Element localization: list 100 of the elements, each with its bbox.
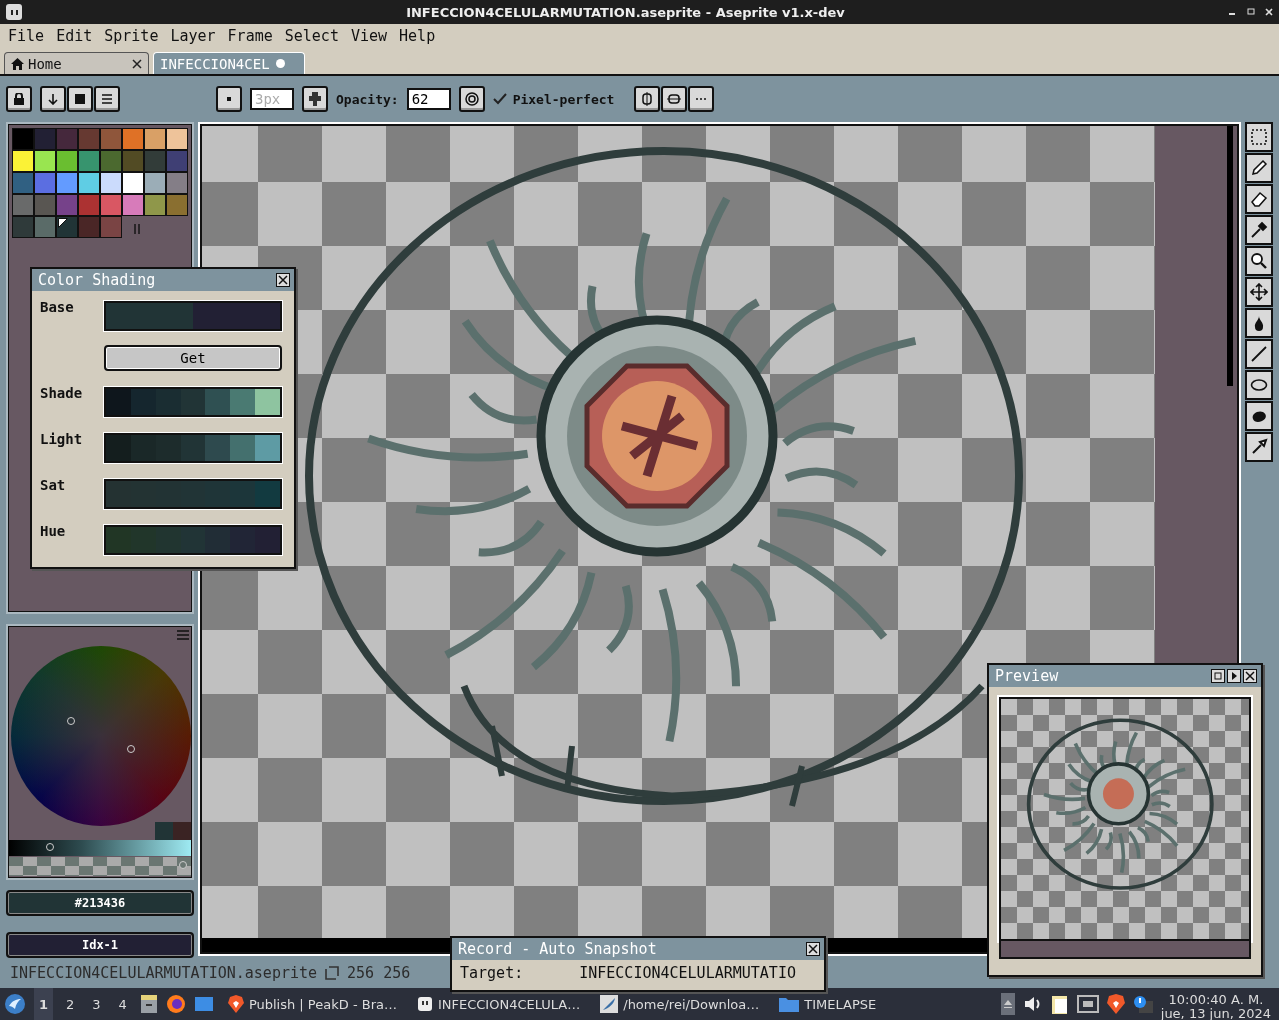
clock-date: jue, 13 jun, 2024 [1160,1007,1271,1020]
arrow-down-button[interactable] [40,86,66,112]
color-ramp[interactable] [104,433,282,463]
square-button[interactable] [67,86,93,112]
palette-swatch[interactable] [122,128,144,150]
palette-swatch[interactable] [12,172,34,194]
palette-swatch[interactable] [78,194,100,216]
menu-item[interactable]: Sprite [98,27,165,45]
brush-size-field[interactable]: 3px [250,88,294,110]
close-icon[interactable] [1243,669,1257,683]
menu-item[interactable]: Frame [221,27,279,45]
palette-swatch[interactable] [122,150,144,172]
palette-swatch[interactable] [122,194,144,216]
menu-item[interactable]: Edit [50,27,99,45]
workspace-button[interactable]: 1 [34,988,54,1020]
menu-item[interactable]: View [344,27,394,45]
taskbar-task[interactable]: TIMELAPSE [773,988,883,1020]
palette-swatch[interactable] [166,128,188,150]
menu-item[interactable]: Select [278,27,345,45]
target-button[interactable] [458,86,485,112]
palette-swatch[interactable] [100,216,122,238]
menu-item[interactable]: Layer [164,27,222,45]
pixel-perfect-checkbox[interactable]: Pixel-perfect [492,91,615,107]
palette-swatch[interactable] [12,194,34,216]
ink-button[interactable] [302,86,328,112]
get-button[interactable]: Get [104,345,282,371]
hex-color-field[interactable]: #213436 [6,890,194,916]
start-menu-icon[interactable] [4,993,26,1015]
palette-swatch[interactable] [144,194,166,216]
palette-swatch[interactable] [100,194,122,216]
marquee-icon[interactable] [1245,122,1273,152]
eraser-icon[interactable] [1245,184,1273,214]
window-icon[interactable] [193,995,214,1013]
menu-item[interactable]: File [2,27,51,45]
palette-swatch[interactable] [56,150,78,172]
palette-swatch[interactable] [34,216,56,238]
lock-button[interactable] [6,86,32,112]
opacity-field[interactable]: 62 [406,88,451,110]
document-tab[interactable]: Home [4,52,149,74]
menu-button[interactable] [94,86,120,112]
eject-icon[interactable] [1000,993,1015,1015]
frame-icon[interactable] [1211,669,1225,683]
more-button[interactable] [688,86,715,112]
palette-swatch[interactable] [122,172,144,194]
move-icon[interactable] [1245,277,1273,307]
color-ramp[interactable] [104,479,282,509]
restore-icon[interactable] [1247,8,1255,16]
palette-swatch[interactable] [166,172,188,194]
blob-icon[interactable] [1245,401,1273,431]
taskbar-task[interactable]: INFECCION4CELULA… [410,988,587,1020]
palette-swatch[interactable] [34,172,56,194]
file-manager-icon[interactable] [139,994,158,1014]
zoom-icon[interactable] [1245,246,1273,276]
taskbar-task[interactable]: Publish | PeakD - Bra… [221,988,403,1020]
symmetry-vertical-button[interactable] [634,86,661,112]
pencil-icon[interactable] [1245,153,1273,183]
palette-swatch[interactable] [100,150,122,172]
close-icon[interactable] [132,58,142,69]
palette-swatch[interactable] [56,194,78,216]
notification-icon[interactable] [1132,995,1153,1013]
palette-swatch[interactable] [56,172,78,194]
palette-swatch[interactable] [12,150,34,172]
network-icon[interactable] [1076,995,1099,1013]
workspace-button[interactable]: 2 [61,988,80,1020]
menu-icon[interactable] [177,630,189,640]
brush-type-button[interactable] [216,86,242,112]
taskbar-task[interactable]: /home/rei/Downloa… [594,988,766,1020]
palette-swatch[interactable] [34,150,56,172]
palette-swatch[interactable] [56,128,78,150]
color-ramp[interactable] [104,301,282,331]
palette-swatch[interactable] [78,172,100,194]
color-index-field[interactable]: Idx-1 [6,932,194,958]
workspace-button[interactable]: 3 [87,988,106,1020]
palette-swatch[interactable] [166,150,188,172]
palette-swatch[interactable] [100,128,122,150]
play-icon[interactable] [1227,669,1241,683]
scrollbar[interactable] [1227,126,1233,386]
palette-swatch[interactable] [78,150,100,172]
close-icon[interactable] [276,273,290,287]
workspace-button[interactable]: 4 [113,988,132,1020]
palette-swatch[interactable] [144,150,166,172]
clipboard-icon[interactable] [1050,993,1069,1015]
palette-swatch[interactable] [78,128,100,150]
menu-item[interactable]: Help [393,27,442,45]
symmetry-horizontal-button[interactable] [661,86,688,112]
alpha-slider-handle[interactable] [179,861,187,869]
palette-swatch[interactable] [12,128,34,150]
close-icon[interactable] [806,942,820,956]
palette-swatch[interactable] [144,128,166,150]
palette-swatch[interactable] [56,216,78,238]
palette-swatch[interactable] [78,216,100,238]
color-ramp[interactable] [104,387,282,417]
palette-swatch[interactable] [34,128,56,150]
color-ramp[interactable] [104,525,282,555]
palette-swatch[interactable] [100,172,122,194]
palette-swatch[interactable] [34,194,56,216]
resize-handle-icon[interactable] [134,224,140,234]
palette-swatch[interactable] [144,172,166,194]
palette-swatch[interactable] [166,194,188,216]
palette-swatch[interactable] [12,216,34,238]
